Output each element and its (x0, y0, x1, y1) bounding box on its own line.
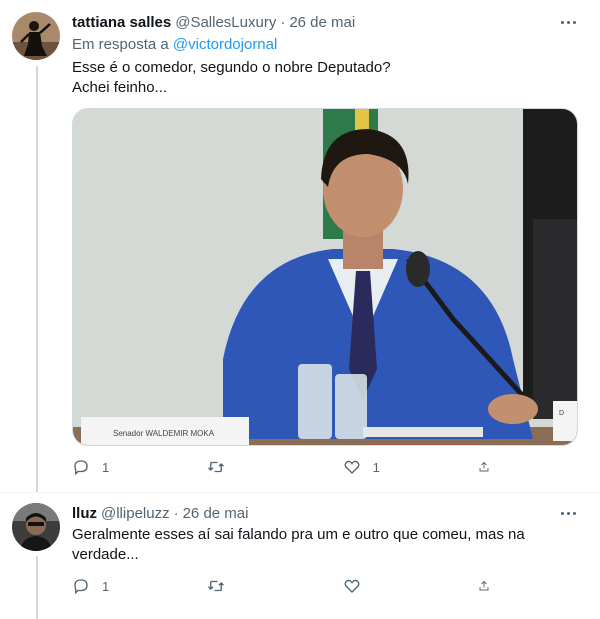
tweet-text: Esse é o comedor, segundo o nobre Deputa… (72, 58, 572, 98)
tweet-actions: 1 1 (72, 455, 502, 479)
tweet[interactable]: lluz @llipeluzz · 26 de mai Geralmente e… (0, 493, 600, 619)
like-icon (344, 460, 360, 474)
tweet[interactable]: tattiana salles @SallesLuxury · 26 de ma… (0, 0, 600, 492)
reply-icon (74, 460, 88, 476)
share-button[interactable] (478, 574, 502, 598)
retweet-button[interactable] (207, 574, 307, 598)
reply-prefix: Em resposta a (72, 36, 173, 53)
separator-dot: · (280, 13, 286, 31)
reply-button[interactable]: 1 (72, 455, 172, 479)
tweet-actions: 1 (72, 574, 502, 598)
placard-text: Senador WALDEMIR MOKA (113, 429, 215, 438)
tweet-text-line: Esse é o comedor, segundo o nobre Deputa… (72, 59, 391, 76)
display-name[interactable]: tattiana salles (72, 14, 171, 31)
retweet-button[interactable] (207, 455, 307, 479)
user-handle[interactable]: @llipeluzz (101, 505, 170, 522)
share-icon (479, 580, 489, 591)
tweet-header: lluz @llipeluzz · 26 de mai (72, 503, 248, 523)
like-icon (344, 579, 360, 593)
tweet-text-line: verdade... (72, 546, 139, 563)
display-name[interactable]: lluz (72, 505, 97, 522)
avatar[interactable] (12, 12, 60, 60)
tweet-date[interactable]: 26 de mai (183, 505, 249, 522)
separator-dot: · (173, 504, 179, 522)
reply-context: Em resposta a @victordojornal (72, 36, 277, 53)
tweet-date[interactable]: 26 de mai (289, 14, 355, 31)
share-button[interactable] (478, 455, 502, 479)
more-options-icon[interactable] (556, 503, 580, 523)
avatar[interactable] (12, 503, 60, 551)
like-button[interactable] (343, 574, 443, 598)
user-handle[interactable]: @SallesLuxury (175, 14, 276, 31)
tweet-header: tattiana salles @SallesLuxury · 26 de ma… (72, 12, 355, 32)
like-count: 1 (372, 459, 380, 475)
share-icon (479, 461, 489, 472)
tweet-media-image[interactable]: Senador WALDEMIR MOKA D (72, 108, 578, 446)
reply-count: 1 (102, 578, 110, 594)
like-button[interactable]: 1 (343, 455, 443, 479)
retweet-icon (208, 580, 225, 592)
tweet-text-line: Geralmente esses aí sai falando pra um e… (72, 526, 525, 543)
placard-right-text: D (559, 410, 564, 417)
tweet-text: Geralmente esses aí sai falando pra um e… (72, 525, 572, 565)
reply-count: 1 (102, 459, 110, 475)
retweet-icon (208, 461, 225, 473)
reply-icon (74, 579, 88, 595)
reply-to-link[interactable]: @victordojornal (173, 36, 277, 53)
tweet-text-line: Achei feinho... (72, 79, 168, 96)
more-options-icon[interactable] (556, 12, 580, 32)
reply-button[interactable]: 1 (72, 574, 172, 598)
